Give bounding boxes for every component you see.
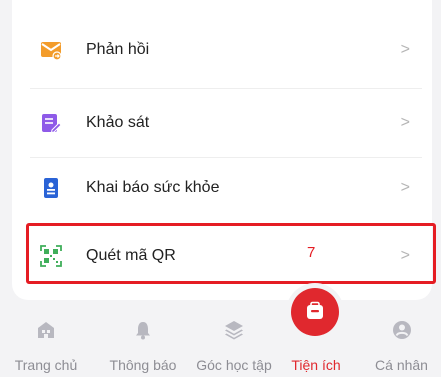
- tab-home[interactable]: Trang chủ: [0, 300, 92, 377]
- survey-icon: [40, 112, 62, 134]
- menu-item-feedback[interactable]: Phản hồi >: [12, 20, 432, 80]
- tab-utilities[interactable]: Tiện ích: [280, 300, 352, 377]
- health-declaration-icon: [40, 177, 62, 199]
- tab-label: Thông báo: [109, 357, 177, 373]
- home-icon: [36, 320, 56, 340]
- tab-label: Cá nhân: [375, 357, 428, 373]
- tab-label: Tiện ích: [291, 357, 341, 373]
- menu-item-health-declaration[interactable]: Khai báo sức khỏe >: [12, 158, 432, 218]
- menu-item-label: Phản hồi: [86, 41, 150, 58]
- highlight-box: [26, 223, 436, 284]
- tab-label: Góc học tập: [196, 357, 272, 373]
- menu-item-label: Khai báo sức khỏe: [86, 179, 220, 196]
- divider: [30, 88, 422, 89]
- menu-item-survey[interactable]: Khảo sát >: [12, 93, 432, 153]
- tab-notifications[interactable]: Thông báo: [97, 300, 189, 377]
- tab-profile[interactable]: Cá nhân: [362, 300, 441, 377]
- annotation-marker: 7: [307, 244, 316, 261]
- chevron-right-icon: >: [400, 114, 410, 131]
- chevron-right-icon: >: [400, 41, 410, 58]
- layers-icon: [224, 320, 244, 340]
- menu-item-label: Khảo sát: [86, 114, 150, 131]
- tab-study-corner[interactable]: Góc học tập: [186, 300, 282, 377]
- bell-icon: [133, 320, 153, 340]
- feedback-icon: [40, 39, 62, 61]
- chevron-right-icon: >: [400, 179, 410, 196]
- tab-label: Trang chủ: [14, 357, 78, 373]
- profile-icon: [392, 320, 412, 340]
